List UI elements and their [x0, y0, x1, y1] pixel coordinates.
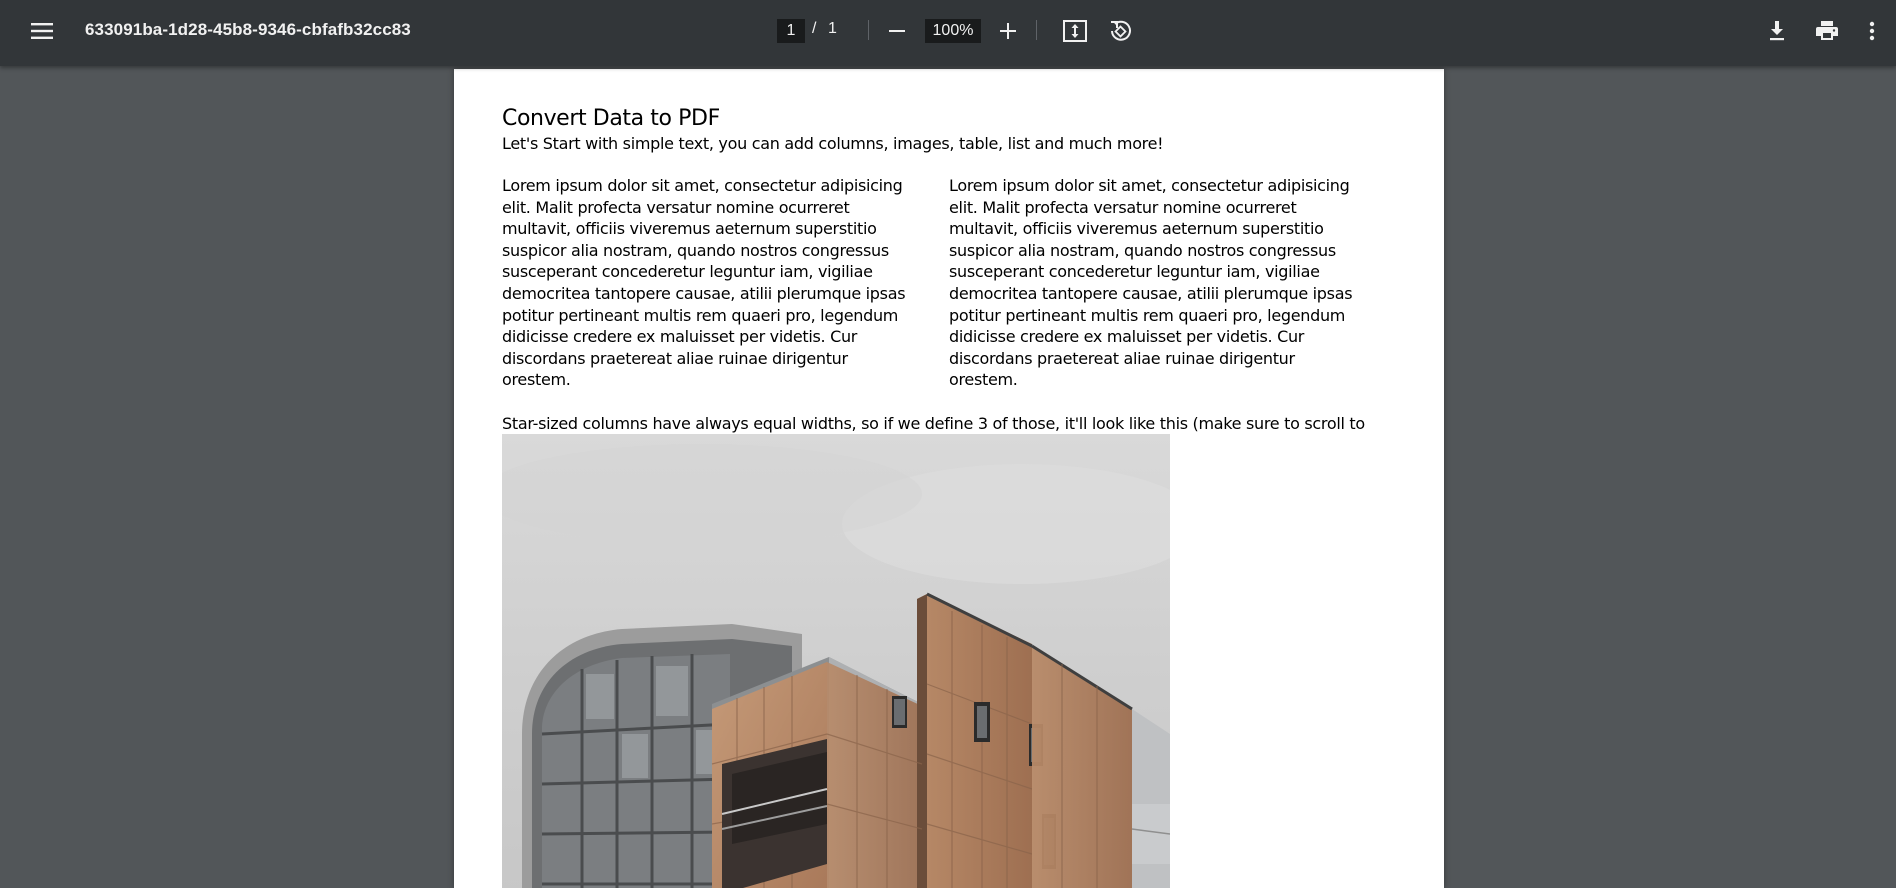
toolbar-divider [868, 20, 869, 40]
document-title: 633091ba-1d28-45b8-9346-cbfafb32cc83 [85, 20, 411, 39]
text-columns: Lorem ipsum dolor sit amet, consectetur … [502, 175, 1382, 391]
pdf-page: Convert Data to PDF Let's Start with sim… [454, 69, 1444, 888]
more-vertical-icon [1869, 21, 1875, 41]
fit-to-page-button[interactable] [1055, 11, 1095, 51]
plus-icon [1000, 23, 1016, 39]
minus-icon [889, 30, 905, 32]
toolbar-divider [1036, 20, 1037, 40]
column-right: Lorem ipsum dolor sit amet, consectetur … [949, 176, 1353, 390]
zoom-out-button[interactable] [877, 11, 917, 51]
building-image [502, 434, 1170, 888]
print-icon [1816, 21, 1838, 40]
menu-button[interactable] [22, 11, 62, 51]
document-heading: Convert Data to PDF [502, 106, 720, 131]
rotate-counterclockwise-icon [1111, 20, 1131, 41]
current-page-input[interactable]: 1 [777, 19, 805, 43]
rotate-button[interactable] [1100, 11, 1140, 51]
page-separator: / [812, 20, 817, 37]
page-content: Convert Data to PDF Let's Start with sim… [502, 105, 1382, 456]
document-subheading: Let's Start with simple text, you can ad… [502, 134, 1164, 153]
print-button[interactable] [1807, 11, 1847, 51]
more-options-button[interactable] [1857, 11, 1887, 51]
download-icon [1770, 21, 1784, 41]
hamburger-menu-icon [31, 23, 53, 39]
pdf-viewer-toolbar: 633091ba-1d28-45b8-9346-cbfafb32cc83 1 /… [0, 0, 1896, 66]
total-pages: 1 [828, 20, 837, 37]
column-left: Lorem ipsum dolor sit amet, consectetur … [502, 176, 906, 390]
fit-to-page-icon [1063, 20, 1087, 42]
zoom-level-input[interactable]: 100% [925, 19, 981, 43]
zoom-in-button[interactable] [988, 11, 1028, 51]
download-button[interactable] [1757, 11, 1797, 51]
building-photo [502, 434, 1170, 888]
